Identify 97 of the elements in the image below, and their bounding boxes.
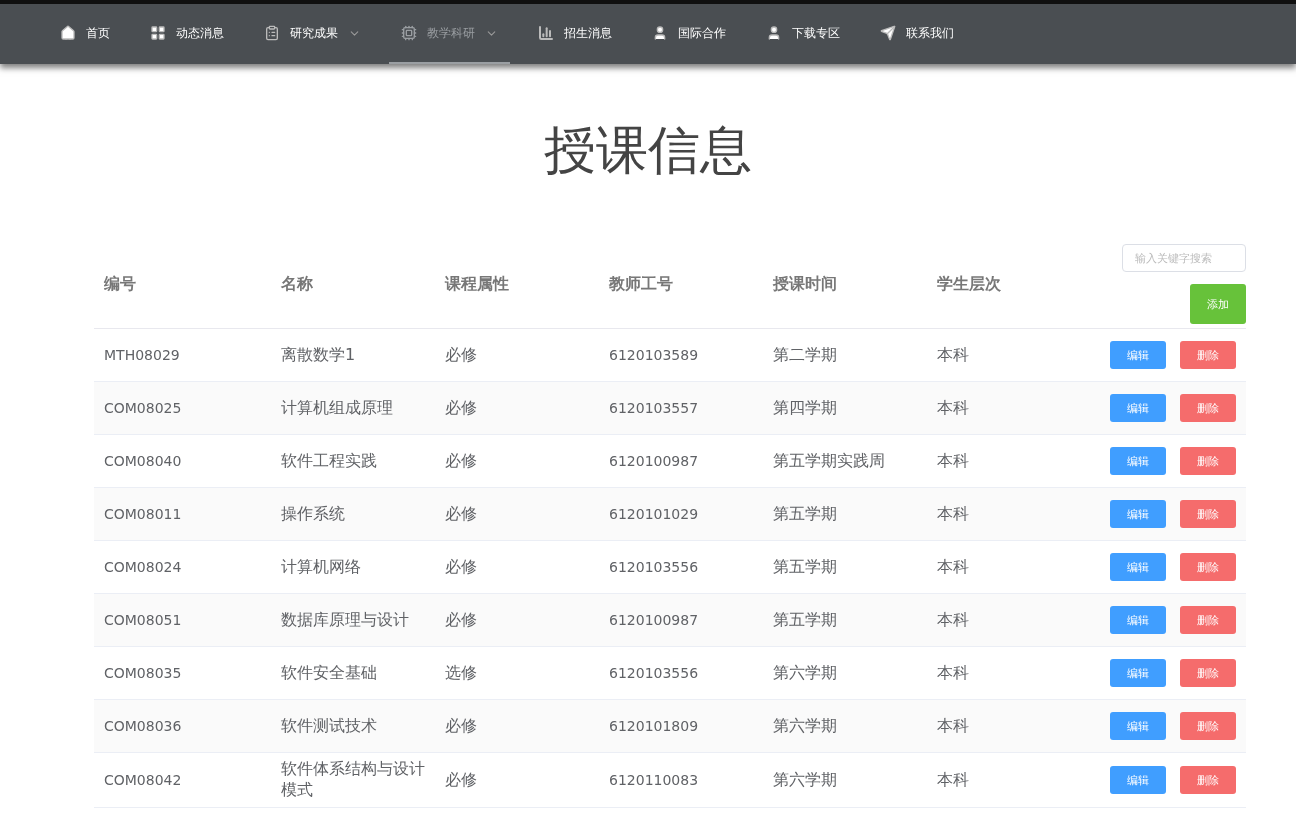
table-cell-text: 第六学期 bbox=[772, 714, 838, 737]
nav-label: 首页 bbox=[86, 24, 110, 42]
nav-item[interactable]: 首页 bbox=[48, 4, 122, 64]
add-button[interactable]: 添加 bbox=[1190, 284, 1246, 324]
nav-label: 国际合作 bbox=[678, 24, 726, 42]
table-cell-text: 6120103556 bbox=[608, 664, 700, 683]
table-cell-text: 6120101029 bbox=[608, 505, 700, 524]
table-cell-text: 操作系统 bbox=[280, 502, 346, 525]
table-cell-text: COM08051 bbox=[103, 611, 183, 630]
delete-button[interactable]: 删除 bbox=[1180, 712, 1236, 740]
table-cell-text: 第五学期 bbox=[772, 555, 838, 578]
table-cell-text: 6120100987 bbox=[608, 452, 700, 471]
table-cell-text: 数据库原理与设计 bbox=[280, 608, 410, 631]
table-cell-text: 6120110083 bbox=[608, 771, 700, 790]
delete-button[interactable]: 删除 bbox=[1180, 553, 1236, 581]
nav-item[interactable]: 下载专区 bbox=[754, 4, 852, 64]
table-cell-text: 6120103589 bbox=[608, 346, 700, 365]
page-title: 授课信息 bbox=[543, 120, 753, 180]
nav-label: 联系我们 bbox=[906, 24, 954, 42]
table-cell-text: 必修 bbox=[444, 343, 478, 366]
table-cell-text: COM08040 bbox=[103, 452, 183, 471]
edit-button[interactable]: 编辑 bbox=[1110, 766, 1166, 794]
table-cell-text: 本科 bbox=[936, 661, 970, 684]
nav-label: 研究成果 bbox=[290, 24, 338, 42]
table-cell-text: 必修 bbox=[444, 608, 478, 631]
column-header: 授课时间 bbox=[772, 273, 838, 295]
nav-label: 教学科研 bbox=[427, 24, 475, 42]
table-cell-text: 软件安全基础 bbox=[280, 661, 378, 684]
table-cell-text: 6120103556 bbox=[608, 558, 700, 577]
table-cell-text: 第五学期 bbox=[772, 502, 838, 525]
table-cell-text: 软件工程实践 bbox=[280, 449, 378, 472]
column-header: 编号 bbox=[103, 273, 137, 295]
table-cell-text: 本科 bbox=[936, 449, 970, 472]
table-cell-text: 6120101809 bbox=[608, 717, 700, 736]
table-cell-text: 本科 bbox=[936, 343, 970, 366]
edit-button[interactable]: 编辑 bbox=[1110, 500, 1166, 528]
table-cell-text: 必修 bbox=[444, 768, 478, 791]
delete-button[interactable]: 删除 bbox=[1180, 500, 1236, 528]
table-cell-text: 本科 bbox=[936, 502, 970, 525]
edit-button[interactable]: 编辑 bbox=[1110, 606, 1166, 634]
search-field[interactable]: 输入关键字搜索 bbox=[1122, 244, 1246, 272]
table-cell-text: 软件体系结构与设计模式 bbox=[280, 758, 426, 801]
edit-button[interactable]: 编辑 bbox=[1110, 712, 1166, 740]
table-cell-text: 离散数学1 bbox=[280, 343, 357, 366]
nav-label: 招生消息 bbox=[564, 24, 612, 42]
delete-button[interactable]: 删除 bbox=[1180, 766, 1236, 794]
table-cell-text: 第四学期 bbox=[772, 396, 838, 419]
table-cell-text: 选修 bbox=[444, 661, 478, 684]
table-cell-text: 计算机组成原理 bbox=[280, 396, 394, 419]
table-cell-text: 计算机网络 bbox=[280, 555, 362, 578]
edit-button[interactable]: 编辑 bbox=[1110, 394, 1166, 422]
table-cell-text: 第六学期 bbox=[772, 768, 838, 791]
nav-item[interactable]: 研究成果 bbox=[252, 4, 373, 64]
table-cell-text: MTH08029 bbox=[103, 346, 181, 365]
nav-item[interactable]: 动态消息 bbox=[138, 4, 236, 64]
table-cell-text: 必修 bbox=[444, 555, 478, 578]
nav-item[interactable]: 招生消息 bbox=[526, 4, 624, 64]
nav-item[interactable]: 教学科研 bbox=[389, 4, 510, 64]
table-cell-text: 6120103557 bbox=[608, 399, 700, 418]
edit-button[interactable]: 编辑 bbox=[1110, 447, 1166, 475]
nav-label: 动态消息 bbox=[176, 24, 224, 42]
table-cell-text: 本科 bbox=[936, 714, 970, 737]
delete-button[interactable]: 删除 bbox=[1180, 341, 1236, 369]
table-cell-text: 必修 bbox=[444, 502, 478, 525]
table-cell-text: COM08035 bbox=[103, 664, 183, 683]
column-header: 名称 bbox=[280, 273, 314, 295]
table-cell-text: 本科 bbox=[936, 768, 970, 791]
column-header: 教师工号 bbox=[608, 273, 674, 295]
edit-button[interactable]: 编辑 bbox=[1110, 553, 1166, 581]
table-cell-text: 必修 bbox=[444, 449, 478, 472]
table-cell-text: COM08024 bbox=[103, 558, 183, 577]
delete-button[interactable]: 删除 bbox=[1180, 659, 1236, 687]
table-cell-text: 6120100987 bbox=[608, 611, 700, 630]
table-cell-text: 第五学期实践周 bbox=[772, 449, 886, 472]
table-cell-text: COM08025 bbox=[103, 399, 183, 418]
table-cell-text: COM08036 bbox=[103, 717, 183, 736]
nav-label: 下载专区 bbox=[792, 24, 840, 42]
nav-item[interactable]: 联系我们 bbox=[868, 4, 966, 64]
table-cell-text: 本科 bbox=[936, 608, 970, 631]
table-cell-text: 第五学期 bbox=[772, 608, 838, 631]
edit-button[interactable]: 编辑 bbox=[1110, 659, 1166, 687]
table-cell-text: COM08042 bbox=[103, 771, 183, 790]
table-cell-text: 必修 bbox=[444, 714, 478, 737]
delete-button[interactable]: 删除 bbox=[1180, 447, 1236, 475]
table-cell-text: 软件测试技术 bbox=[280, 714, 378, 737]
table-cell-text: 本科 bbox=[936, 396, 970, 419]
delete-button[interactable]: 删除 bbox=[1180, 606, 1236, 634]
table-cell-text: 本科 bbox=[936, 555, 970, 578]
table-cell-text: 第六学期 bbox=[772, 661, 838, 684]
table-cell-text: 第二学期 bbox=[772, 343, 838, 366]
delete-button[interactable]: 删除 bbox=[1180, 394, 1236, 422]
column-header: 学生层次 bbox=[936, 273, 1002, 295]
nav-item[interactable]: 国际合作 bbox=[640, 4, 738, 64]
edit-button[interactable]: 编辑 bbox=[1110, 341, 1166, 369]
column-header: 课程属性 bbox=[443, 273, 510, 295]
table-cell-text: COM08011 bbox=[103, 505, 183, 524]
table-cell-text: 必修 bbox=[444, 396, 478, 419]
